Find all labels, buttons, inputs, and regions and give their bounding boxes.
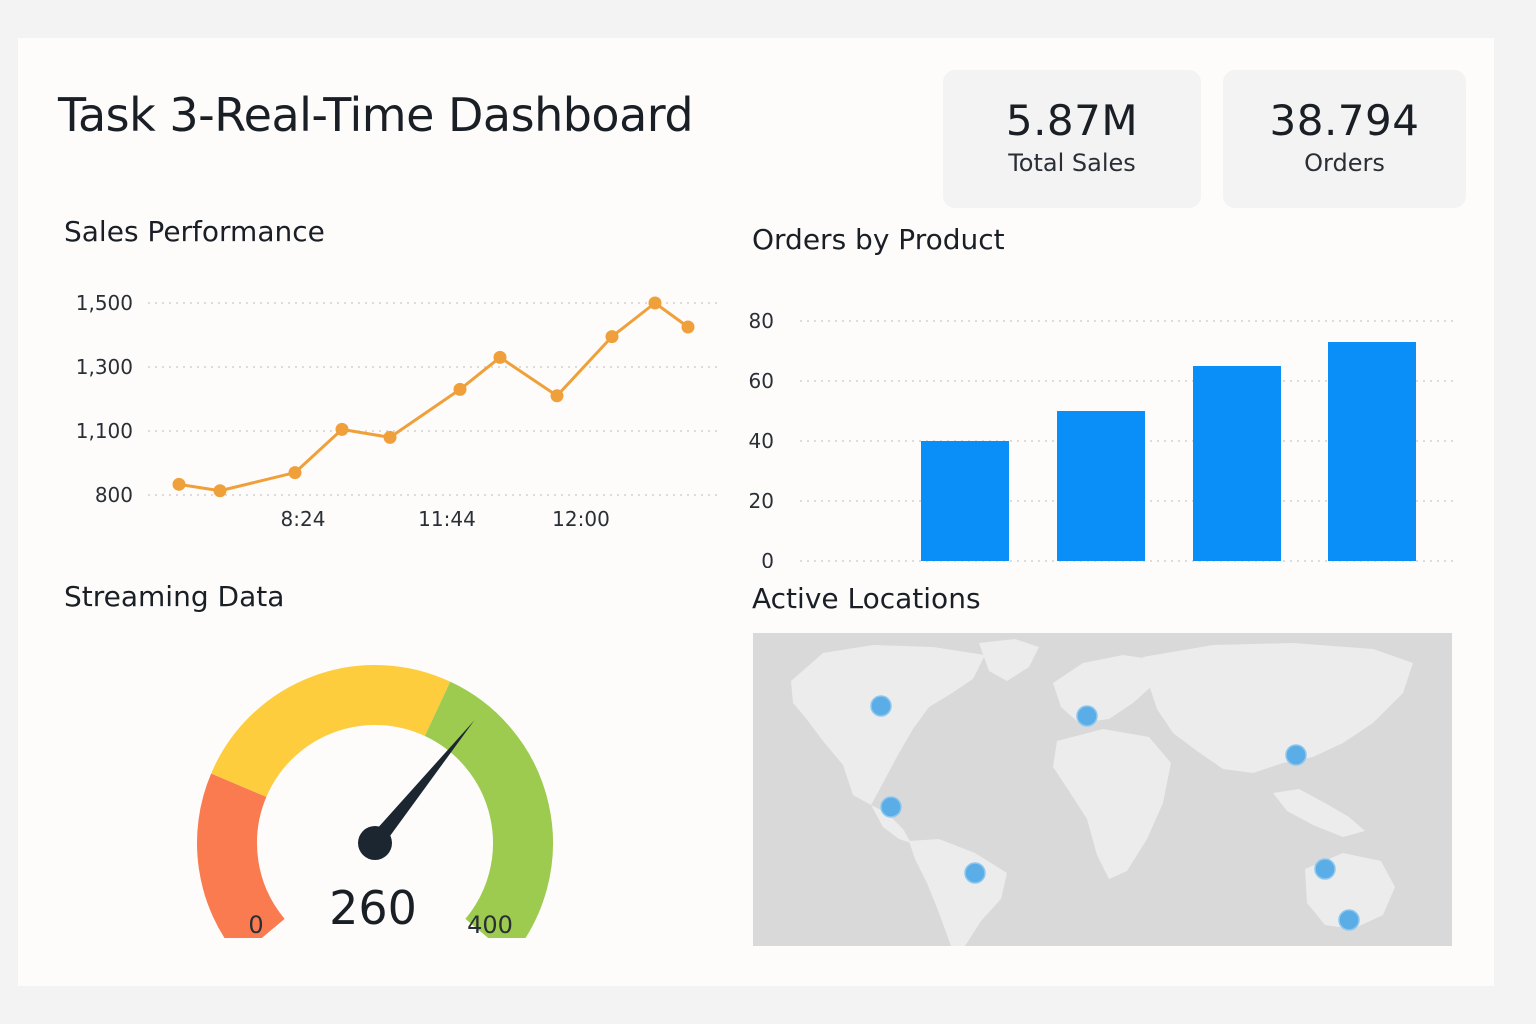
location-pin[interactable] (1285, 744, 1307, 766)
kpi-card-total-sales[interactable]: 5.87M Total Sales (943, 70, 1201, 208)
x-tick-label: Product B (1051, 567, 1152, 568)
y-tick-label: 60 (749, 369, 774, 393)
data-point (172, 477, 186, 491)
location-pin[interactable] (1338, 909, 1360, 931)
y-tick-label: 40 (749, 429, 774, 453)
x-tick-label: 12:00 (552, 507, 610, 531)
gauge-needle (368, 720, 475, 849)
page-title: Task 3-Real-Time Dashboard (58, 88, 694, 142)
x-tick-label: Product A (915, 567, 1016, 568)
data-point (288, 466, 302, 480)
data-point (605, 330, 619, 344)
data-point (681, 320, 695, 334)
location-pin[interactable] (964, 862, 986, 884)
kpi-value: 38.794 (1269, 96, 1420, 145)
data-point (335, 422, 349, 436)
data-point (550, 389, 564, 403)
y-tick-label: 0 (761, 549, 774, 568)
gauge-value: 260 (329, 881, 417, 935)
y-tick-label: 1,100 (76, 419, 133, 443)
world-map[interactable] (753, 633, 1452, 946)
data-point (213, 484, 227, 498)
streaming-gauge[interactable]: 260 0 400 (168, 618, 588, 938)
location-pin[interactable] (1076, 705, 1098, 727)
streaming-data-title: Streaming Data (64, 580, 285, 613)
orders-by-product-title: Orders by Product (752, 223, 1005, 256)
data-point (453, 382, 467, 396)
kpi-label: Total Sales (1008, 149, 1136, 177)
gauge-min-label: 0 (248, 911, 263, 938)
sales-performance-title: Sales Performance (64, 215, 325, 248)
bar (921, 441, 1009, 561)
data-point (493, 350, 507, 364)
data-point (383, 430, 397, 444)
y-tick-label: 800 (95, 483, 133, 507)
y-tick-label: 80 (749, 309, 774, 333)
kpi-card-orders[interactable]: 38.794 Orders (1223, 70, 1466, 208)
gauge-segment-high (424, 681, 553, 938)
gauge-hub (358, 826, 392, 860)
x-tick-label: 11:44 (418, 507, 476, 531)
active-locations-title: Active Locations (752, 582, 981, 615)
x-tick-label: 8:24 (281, 507, 326, 531)
x-tick-label: Product C (1186, 567, 1287, 568)
y-tick-label: 20 (749, 489, 774, 513)
gauge-segment-mid (211, 665, 451, 798)
kpi-label: Orders (1304, 149, 1385, 177)
x-tick-label: Product E (1322, 567, 1422, 568)
bar (1193, 366, 1281, 561)
data-point (648, 296, 662, 310)
gauge-max-label: 400 (467, 911, 513, 938)
dashboard-canvas: Task 3-Real-Time Dashboard 5.87M Total S… (18, 38, 1494, 986)
y-tick-label: 1,500 (76, 291, 133, 315)
sales-line-chart[interactable]: 800 1,100 1,300 1,500 8:24 11:44 12:00 (48, 278, 728, 538)
bar (1328, 342, 1416, 561)
location-pin-layer (870, 695, 1360, 931)
location-pin[interactable] (870, 695, 892, 717)
bar (1057, 411, 1145, 561)
y-tick-label: 1,300 (76, 355, 133, 379)
orders-bar-chart[interactable]: 0 20 40 60 80 Product A Product B Product C Prod… (738, 263, 1458, 568)
kpi-value: 5.87M (1005, 96, 1139, 145)
location-pin[interactable] (880, 796, 902, 818)
location-pin[interactable] (1314, 858, 1336, 880)
